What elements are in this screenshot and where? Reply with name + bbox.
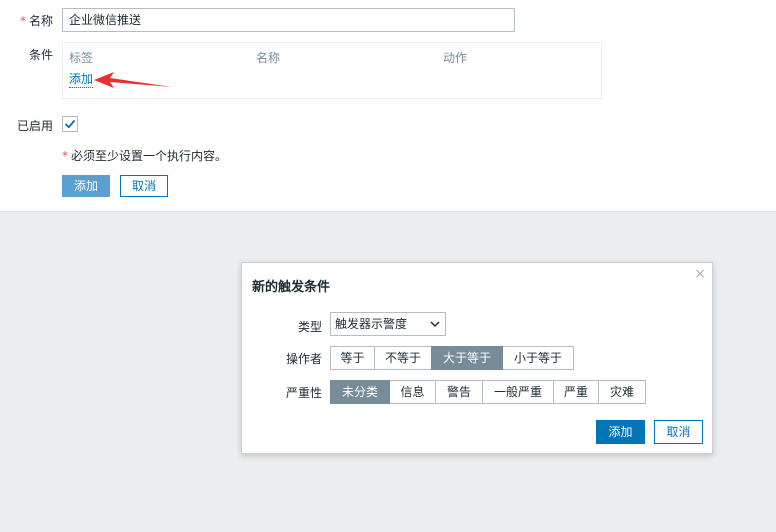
red-arrow-annotation	[94, 72, 172, 88]
dialog-add-button[interactable]: 添加	[596, 420, 645, 444]
name-label-row: * 名称	[0, 12, 53, 29]
type-label: 类型	[297, 320, 322, 334]
form-add-button[interactable]: 添加	[62, 175, 110, 197]
severity-segmented-control: 未分类 信息 警告 一般严重 严重 灾难	[330, 380, 646, 404]
close-icon[interactable]: ×	[694, 267, 706, 281]
name-label: 名称	[28, 14, 53, 28]
col-header-action: 动作	[443, 51, 468, 65]
form-cancel-button[interactable]: 取消	[120, 175, 168, 197]
enabled-checkbox[interactable]	[62, 116, 78, 132]
chevron-down-icon	[430, 321, 440, 328]
action-form-panel: * 名称 企业微信推送 条件 标签 名称 动作 添加 已启用 * 必须至少设置一个执…	[0, 0, 776, 212]
add-condition-link[interactable]: 添加	[69, 72, 94, 88]
checkmark-icon	[64, 119, 76, 129]
operator-label: 操作者	[285, 352, 322, 366]
operator-segmented-control: 等于 不等于 大于等于 小于等于	[330, 346, 574, 370]
hint-text: 必须至少设置一个执行内容。	[71, 149, 228, 163]
severity-option-disaster[interactable]: 灾难	[598, 380, 646, 404]
type-select[interactable]: 触发器示警度	[330, 312, 446, 336]
severity-option-not-classified[interactable]: 未分类	[330, 380, 390, 404]
col-header-name: 名称	[256, 51, 281, 65]
severity-option-warning[interactable]: 警告	[435, 380, 483, 404]
col-header-tag: 标签	[69, 51, 94, 65]
operator-option-gte[interactable]: 大于等于	[431, 346, 503, 370]
validation-hint: * 必须至少设置一个执行内容。	[62, 147, 227, 164]
hint-star: *	[62, 149, 68, 163]
conditions-label: 条件	[28, 48, 53, 62]
type-select-value: 触发器示警度	[335, 317, 408, 331]
operator-option-neq[interactable]: 不等于	[374, 346, 432, 370]
operator-option-lte[interactable]: 小于等于	[502, 346, 574, 370]
required-star: *	[19, 14, 26, 28]
enabled-label: 已启用	[16, 119, 53, 133]
dialog-title: 新的触发条件	[252, 280, 331, 295]
severity-label: 严重性	[285, 386, 322, 400]
new-condition-dialog: 新的触发条件 × 类型 触发器示警度 操作者 等于 不等于 大于等于 小于等于 …	[241, 262, 713, 454]
dialog-cancel-button[interactable]: 取消	[654, 420, 703, 444]
severity-option-average[interactable]: 一般严重	[482, 380, 554, 404]
severity-option-high[interactable]: 严重	[553, 380, 599, 404]
severity-option-information[interactable]: 信息	[389, 380, 436, 404]
name-input[interactable]: 企业微信推送	[62, 8, 515, 32]
operator-option-eq[interactable]: 等于	[330, 346, 375, 370]
